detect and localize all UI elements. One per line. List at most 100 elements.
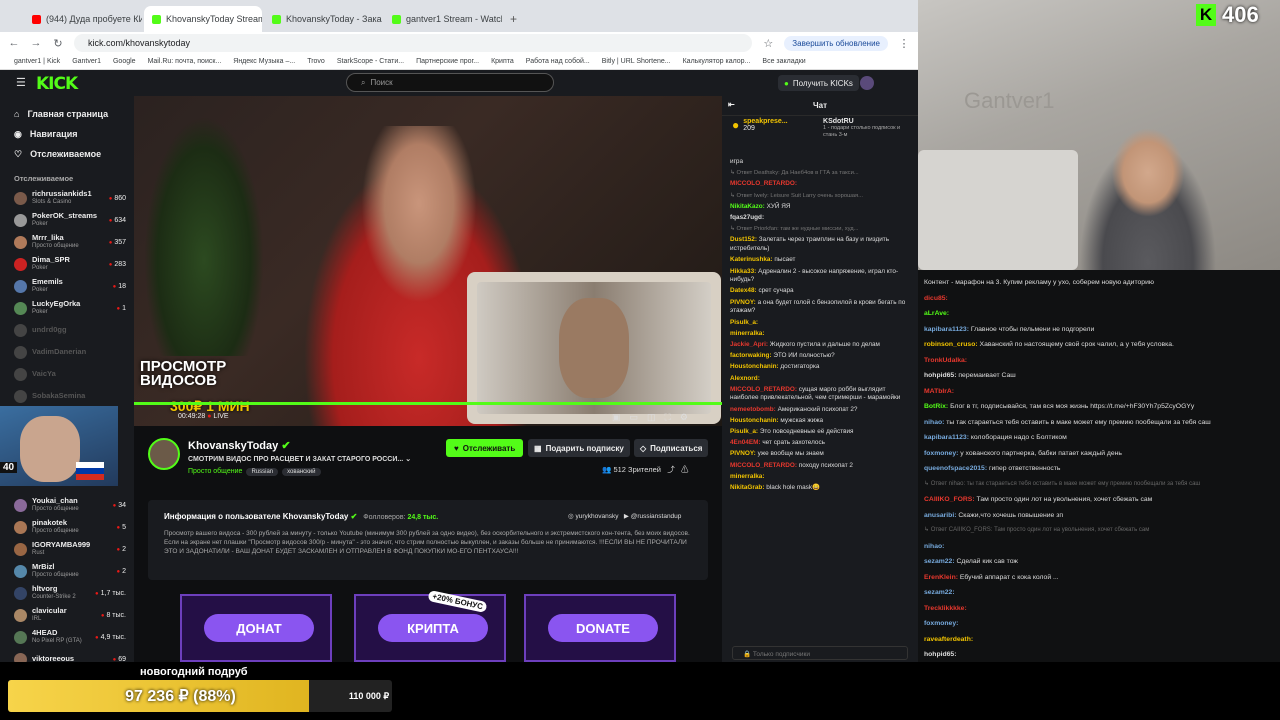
donate-en-button[interactable]: DONATE (548, 614, 658, 642)
tag-khovansky[interactable]: хованский (282, 468, 321, 476)
new-tab-icon[interactable]: + (510, 12, 517, 26)
donate-button[interactable]: ДОНАТ (204, 614, 314, 642)
chat-username[interactable]: minerralka: (730, 330, 764, 337)
bookmark-item[interactable]: Все закладки (762, 58, 805, 65)
following-item[interactable]: clavicularIRL 8 тыс. (0, 604, 134, 626)
following-item[interactable]: VadimDanerian (0, 341, 134, 363)
chat-username[interactable]: Katerinushka: (730, 256, 773, 263)
chat-username[interactable]: PIVNOY: (730, 299, 756, 306)
bookmark-item[interactable]: StarkScope - Стати... (337, 58, 404, 65)
bookmark-item[interactable]: Google (113, 58, 136, 65)
following-item[interactable]: viktoreeous69 (0, 648, 134, 662)
chat-username[interactable]: MICCOLO_RETARDO: (730, 386, 797, 393)
browser-tab[interactable]: (944) Дуда пробуете КИТАЙСК✕ (24, 6, 142, 32)
bookmark-item[interactable]: Яндекс Музыка –... (233, 58, 295, 65)
chat-username[interactable]: Pisulk_a: (730, 428, 758, 435)
collapse-chat-icon[interactable]: ⇤ (728, 100, 735, 109)
browser-tab[interactable]: gantver1 Stream - Watch Live о✕ (384, 6, 502, 32)
chat-username[interactable]: Houstonchanin: (730, 417, 779, 424)
pip-icon[interactable]: ◫ (647, 412, 665, 422)
get-kicks-button[interactable]: ● Получить KICKs (778, 75, 859, 91)
bookmark-item[interactable]: Партнерские прог... (416, 58, 479, 65)
chat-username[interactable]: Dust152: (730, 236, 757, 243)
theater-icon[interactable]: ▭ (630, 412, 648, 422)
bookmark-item[interactable]: Калькулятор калор... (683, 58, 751, 65)
chat-username[interactable]: nemeetobomb: (730, 406, 776, 413)
follow-button[interactable]: ♥ Отслеживать (446, 439, 524, 457)
following-item[interactable]: Mrrr_likaПросто общение 357 (0, 231, 134, 253)
share-icon[interactable]: ⤴ (667, 465, 675, 474)
channel-name[interactable]: KhovanskyToday ✔ (188, 439, 291, 452)
report-icon[interactable]: ⚠ (681, 465, 689, 474)
crypto-button[interactable]: КРИПТА (378, 614, 488, 642)
avatar[interactable] (860, 76, 874, 90)
subscribe-button[interactable]: ◇ Подписаться (634, 439, 709, 457)
social-youtube[interactable]: @russianstandup (631, 513, 682, 520)
following-item[interactable]: EmemilsPoker 18 (0, 275, 134, 297)
menu-icon[interactable]: ⋮ (898, 37, 910, 50)
chat-username[interactable]: minerralka: (730, 473, 764, 480)
nav-item[interactable]: ♡ Отслеживаемое (0, 144, 134, 164)
following-item[interactable]: IGORYAMBA999Rust 2 (0, 538, 134, 560)
chat-username[interactable]: MICCOLO_RETARDO: (730, 180, 797, 187)
nav-item[interactable]: ⌂ Главная страница (0, 104, 134, 124)
hamburger-icon[interactable]: ☰ (16, 76, 26, 89)
update-button[interactable]: Завершить обновление (784, 35, 888, 51)
donate-en-panel[interactable]: DONATE (524, 594, 676, 662)
following-item[interactable]: VaicYa (0, 363, 134, 385)
bookmark-item[interactable]: Gantver1 (72, 58, 101, 65)
chat-username[interactable]: Jackie_Apri: (730, 341, 768, 348)
reload-icon[interactable]: ↻ (52, 37, 64, 50)
bookmark-item[interactable]: Работа над собой... (526, 58, 590, 65)
chat-username[interactable]: Houstonchanin: (730, 363, 779, 370)
following-item[interactable]: SobakaSemina (0, 385, 134, 407)
donate-panel[interactable]: ДОНАТ (180, 594, 332, 662)
settings-icon[interactable]: ⚙ (680, 412, 697, 422)
bookmark-item[interactable]: Крипта (491, 58, 514, 65)
chevron-down-icon[interactable]: ⌄ (405, 456, 411, 463)
chat-username[interactable]: fqas27ugd: (730, 214, 764, 221)
url-field[interactable]: kick.com/khovanskytoday (74, 34, 753, 52)
following-item[interactable]: pinakotekПросто общение 5 (0, 516, 134, 538)
following-item[interactable]: 4HEADNo Pixel RP (GTA) 4,9 тыс. (0, 626, 134, 648)
crypto-panel[interactable]: КРИПТА +20% БОНУС (354, 589, 506, 662)
following-item[interactable]: Dima_SPRPoker 283 (0, 253, 134, 275)
chat-username[interactable]: 4En04EM: (730, 439, 761, 446)
search-input[interactable]: ⌕ Поиск (346, 73, 554, 92)
clip-icon[interactable]: ▣ (612, 412, 630, 422)
chat-username[interactable]: NikitaKazo: (730, 203, 765, 210)
kick-logo[interactable]: KICK (36, 74, 78, 94)
browser-tab[interactable]: KhovanskyToday - Заказ подпис✕ (264, 6, 382, 32)
gift-sub-button[interactable]: ▦ Подарить подписку (528, 439, 630, 457)
following-item[interactable]: Youkai_chanПросто общение 34 (0, 494, 134, 516)
video-player[interactable]: ПРОСМОТР ВИДОСОВ 300₽ 1 МИН 00:49:28 ● L… (134, 96, 722, 426)
following-item[interactable]: LuckyEgOrkaPoker 1 (0, 297, 134, 319)
chat-username[interactable]: MICCOLO_RETARDO: (730, 462, 797, 469)
following-item[interactable]: richrussiankids1Slots & Casino 860 (0, 187, 134, 209)
forward-icon[interactable]: → (30, 37, 42, 49)
chat-username[interactable]: Pisulk_a: (730, 319, 758, 326)
chat-username[interactable]: PIVNOY: (730, 450, 756, 457)
bookmark-item[interactable]: Bitly | URL Shortene... (602, 58, 671, 65)
bookmark-item[interactable]: Trovo (307, 58, 325, 65)
following-item[interactable]: hltvorgCounter-Strike 2 1,7 тыс. (0, 582, 134, 604)
category-link[interactable]: Просто общение (188, 468, 242, 476)
chat-username[interactable]: NikitaGrab: (730, 484, 764, 491)
following-item[interactable]: PokerOK_streamsPoker 634 (0, 209, 134, 231)
following-item[interactable]: undrd0gg (0, 319, 134, 341)
bookmark-item[interactable]: gantver1 | Kick (14, 58, 60, 65)
social-instagram[interactable]: yurykhovansky (575, 513, 618, 520)
chat-input[interactable]: 🔒 Только подписчики (732, 646, 908, 660)
channel-avatar[interactable] (148, 438, 180, 470)
browser-tab[interactable]: KhovanskyToday Stream - Watch✕ (144, 6, 262, 32)
back-icon[interactable]: ← (8, 37, 20, 49)
fullscreen-icon[interactable]: ⛶ (665, 412, 680, 422)
chat-username[interactable]: factorwaking: (730, 352, 772, 359)
bookmark-item[interactable]: Mail.Ru: почта, поиск... (148, 58, 222, 65)
chat-username[interactable]: Datex48: (730, 287, 757, 294)
tag-russian[interactable]: Russian (246, 468, 279, 476)
nav-item[interactable]: ◉ Навигация (0, 124, 134, 144)
star-icon[interactable]: ☆ (762, 37, 774, 50)
chat-username[interactable]: Alexnord: (730, 375, 760, 382)
chat-username[interactable]: Hikka33: (730, 268, 756, 275)
